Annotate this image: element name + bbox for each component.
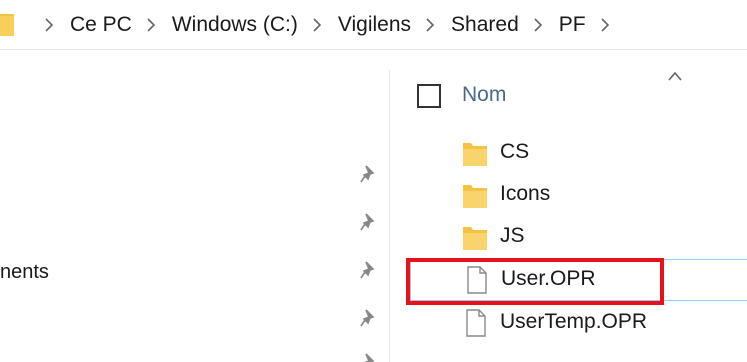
list-item[interactable]: Icons <box>410 175 747 215</box>
list-item[interactable]: JS <box>410 217 747 257</box>
file-name: CS <box>500 140 530 163</box>
column-header-name[interactable]: Nom <box>462 83 506 107</box>
navigation-pane: nents <box>0 51 390 362</box>
chevron-right-icon[interactable] <box>533 18 543 32</box>
breadcrumb-item[interactable]: Ce PC <box>70 13 132 37</box>
file-list-pane: Nom CS Icons JS User.OPR UserTemp.OPR <box>390 51 747 362</box>
breadcrumb-item[interactable]: Vigilens <box>338 13 411 37</box>
file-icon <box>463 265 489 295</box>
file-name: UserTemp.OPR <box>500 310 648 333</box>
select-all-checkbox[interactable] <box>417 84 441 108</box>
folder-icon <box>462 222 488 252</box>
file-icon <box>462 308 488 338</box>
chevron-right-icon[interactable] <box>312 18 322 32</box>
pin-icon[interactable] <box>358 163 380 185</box>
breadcrumb-item[interactable]: PF <box>559 13 586 37</box>
chevron-right-icon[interactable] <box>44 18 54 32</box>
breadcrumb-item[interactable]: Shared <box>451 13 519 37</box>
sort-ascending-icon[interactable] <box>666 69 684 81</box>
file-name: JS <box>500 224 525 247</box>
pin-icon[interactable] <box>358 211 380 233</box>
breadcrumb-item[interactable]: Windows (C:) <box>172 13 298 37</box>
chevron-right-icon[interactable] <box>600 18 610 32</box>
list-item[interactable]: UserTemp.OPR <box>410 303 747 343</box>
folder-icon <box>462 180 488 210</box>
nav-item-label[interactable]: nents <box>0 261 49 284</box>
address-bar[interactable]: Ce PC Windows (C:) Vigilens Shared PF <box>0 0 747 50</box>
folder-icon <box>462 138 488 168</box>
file-explorer-window: Ce PC Windows (C:) Vigilens Shared PF ne… <box>0 0 747 362</box>
breadcrumb: Ce PC Windows (C:) Vigilens Shared PF <box>30 0 626 50</box>
pin-icon[interactable] <box>358 351 380 362</box>
list-item-selected[interactable]: User.OPR <box>410 259 747 301</box>
file-name: Icons <box>500 182 551 205</box>
pin-icon[interactable] <box>358 307 380 329</box>
folder-icon <box>0 10 22 38</box>
chevron-right-icon[interactable] <box>425 18 435 32</box>
file-name: User.OPR <box>501 267 596 290</box>
pin-icon[interactable] <box>358 259 380 281</box>
chevron-right-icon[interactable] <box>146 18 156 32</box>
list-item[interactable]: CS <box>410 133 747 173</box>
